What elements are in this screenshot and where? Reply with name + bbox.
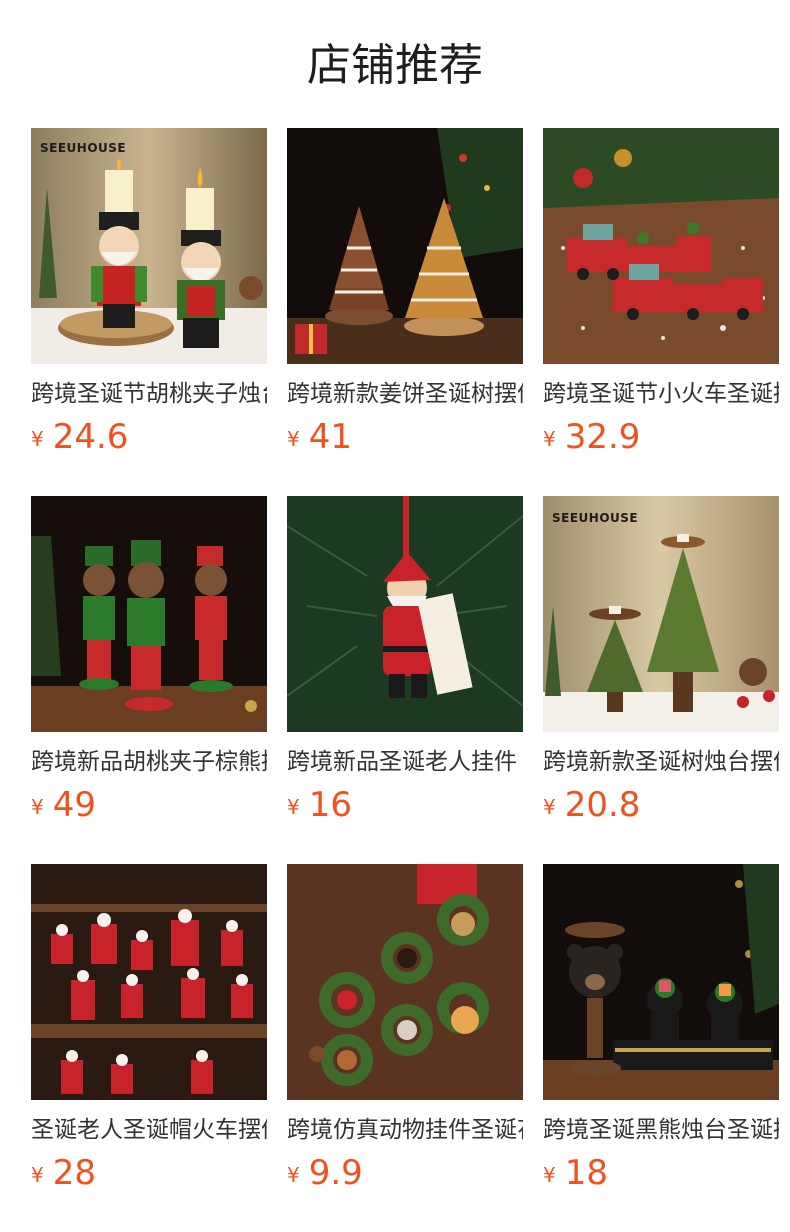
product-price: ¥28 <box>31 1153 96 1193</box>
price-value: 9.9 <box>308 1153 363 1193</box>
price-value: 24.6 <box>52 417 129 457</box>
product-image-santa-ornament[interactable] <box>287 496 523 732</box>
product-card[interactable]: 跨境新品胡桃夹子棕熊摆件 ¥49 <box>31 496 267 846</box>
price-value: 49 <box>52 785 96 825</box>
currency-symbol: ¥ <box>287 1163 300 1187</box>
product-price: ¥20.8 <box>543 785 640 825</box>
product-image-gingerbread-trees[interactable] <box>287 128 523 364</box>
currency-symbol: ¥ <box>543 1163 556 1187</box>
product-price: ¥9.9 <box>287 1153 363 1193</box>
product-price: ¥32.9 <box>543 417 640 457</box>
brand-watermark: SEEUHOUSE <box>40 141 126 155</box>
currency-symbol: ¥ <box>31 427 44 451</box>
price-value: 28 <box>52 1153 96 1193</box>
price-value: 16 <box>308 785 352 825</box>
product-image-nutcracker-bears[interactable] <box>31 496 267 732</box>
product-image-animal-wreaths[interactable] <box>287 864 523 1100</box>
product-card[interactable]: 跨境仿真动物挂件圣诞花环 ¥9.9 <box>287 864 523 1214</box>
product-image-black-bear-candle[interactable] <box>543 864 779 1100</box>
product-price: ¥18 <box>543 1153 608 1193</box>
product-price: ¥41 <box>287 417 352 457</box>
product-name[interactable]: 跨境新品胡桃夹子棕熊摆件 <box>31 745 267 779</box>
price-value: 20.8 <box>564 785 641 825</box>
product-card[interactable]: 跨境新品圣诞老人挂件 ¥16 <box>287 496 523 846</box>
currency-symbol: ¥ <box>287 795 300 819</box>
currency-symbol: ¥ <box>31 795 44 819</box>
product-name[interactable]: 跨境圣诞黑熊烛台圣诞摆件 <box>543 1113 779 1147</box>
product-card[interactable]: 圣诞老人圣诞帽火车摆件 ¥28 <box>31 864 267 1214</box>
product-name[interactable]: 圣诞老人圣诞帽火车摆件 <box>31 1113 267 1147</box>
product-card[interactable]: SEEUHOUSE 跨境圣诞节胡桃夹子烛台摆件 ¥24.6 <box>31 128 267 478</box>
product-image-christmas-train[interactable] <box>543 128 779 364</box>
product-price: ¥16 <box>287 785 352 825</box>
currency-symbol: ¥ <box>543 427 556 451</box>
currency-symbol: ¥ <box>287 427 300 451</box>
product-image-santa-figurines[interactable] <box>31 864 267 1100</box>
product-price: ¥24.6 <box>31 417 128 457</box>
product-name[interactable]: 跨境圣诞节小火车圣诞摆件 <box>543 377 779 411</box>
product-card[interactable]: SEEUHOUSE 跨境新款圣诞树烛台摆件 ¥20.8 <box>543 496 779 846</box>
product-image-tree-candle-holders[interactable]: SEEUHOUSE <box>543 496 779 732</box>
product-name[interactable]: 跨境新款圣诞树烛台摆件 <box>543 745 779 779</box>
brand-watermark: SEEUHOUSE <box>552 511 638 525</box>
price-value: 41 <box>308 417 352 457</box>
product-name[interactable]: 跨境圣诞节胡桃夹子烛台摆件 <box>31 377 267 411</box>
currency-symbol: ¥ <box>543 795 556 819</box>
product-price: ¥49 <box>31 785 96 825</box>
product-image-nutcracker-candles[interactable]: SEEUHOUSE <box>31 128 267 364</box>
product-name[interactable]: 跨境新品圣诞老人挂件 <box>287 745 523 779</box>
price-value: 18 <box>564 1153 608 1193</box>
product-name[interactable]: 跨境新款姜饼圣诞树摆件 <box>287 377 523 411</box>
product-card[interactable]: 跨境圣诞节小火车圣诞摆件 ¥32.9 <box>543 128 779 478</box>
currency-symbol: ¥ <box>31 1163 44 1187</box>
price-value: 32.9 <box>564 417 641 457</box>
section-title: 店铺推荐 <box>307 40 483 91</box>
product-card[interactable]: 跨境圣诞黑熊烛台圣诞摆件 ¥18 <box>543 864 779 1214</box>
product-name[interactable]: 跨境仿真动物挂件圣诞花环 <box>287 1113 523 1147</box>
product-card[interactable]: 跨境新款姜饼圣诞树摆件 ¥41 <box>287 128 523 478</box>
